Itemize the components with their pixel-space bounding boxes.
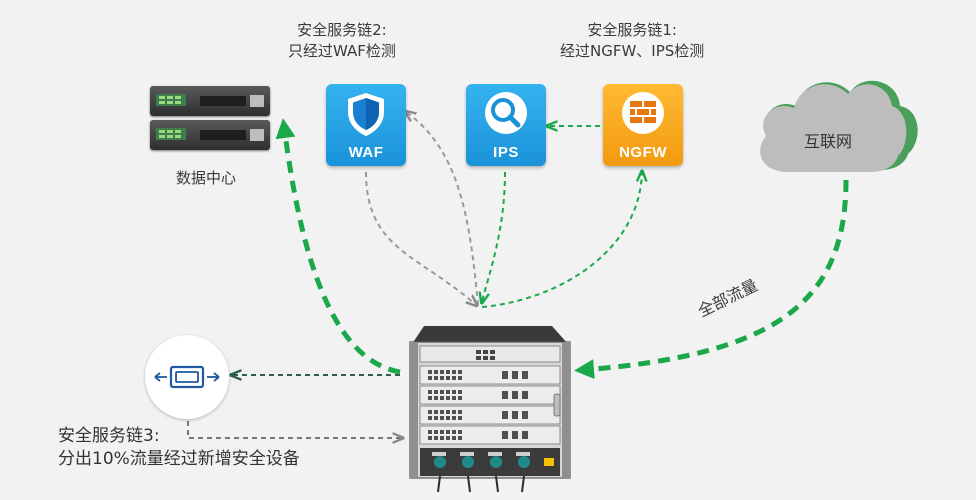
chain1-title: 安全服务链1: bbox=[587, 21, 677, 39]
ngfw-tile[interactable]: NGFW bbox=[603, 84, 683, 166]
ips-label: IPS bbox=[493, 144, 519, 161]
waf-label: WAF bbox=[348, 144, 384, 161]
security-device[interactable] bbox=[145, 335, 229, 419]
datacenter-server[interactable] bbox=[150, 86, 274, 152]
switch-to-ngfw-path bbox=[481, 172, 642, 308]
magnifier-icon bbox=[485, 92, 527, 134]
chain3-title: 安全服务链3: bbox=[58, 426, 160, 446]
chain1-caption: 安全服务链1: 经过NGFW、IPS检测 bbox=[560, 20, 704, 62]
chain2-desc: 只经过WAF检测 bbox=[288, 42, 396, 60]
chain2-title: 安全服务链2: bbox=[297, 21, 387, 39]
internet-label: 互联网 bbox=[804, 132, 853, 151]
chain3-caption: 安全服务链3: 分出10%流量经过新增安全设备 bbox=[58, 425, 300, 471]
datacenter-label: 数据中心 bbox=[176, 169, 237, 187]
chain2-caption: 安全服务链2: 只经过WAF检测 bbox=[288, 20, 396, 62]
cloud-icon bbox=[760, 80, 918, 172]
ngfw-label: NGFW bbox=[619, 144, 667, 161]
internet-to-switch-path bbox=[574, 179, 849, 380]
core-switch[interactable] bbox=[404, 316, 578, 496]
ips-tile[interactable]: IPS bbox=[466, 84, 546, 166]
server-icon bbox=[150, 86, 270, 116]
chain1-desc: 经过NGFW、IPS检测 bbox=[560, 42, 705, 60]
switch-chassis-icon bbox=[409, 326, 571, 493]
waf-to-switch-path bbox=[365, 171, 476, 305]
server-icon bbox=[150, 120, 270, 150]
chain3-desc: 分出10%流量经过新增安全设备 bbox=[58, 449, 300, 469]
security-device-icon bbox=[154, 365, 220, 389]
waf-tile[interactable]: WAF bbox=[326, 84, 406, 166]
shield-icon bbox=[348, 93, 384, 136]
internet-cloud[interactable]: 互联网 bbox=[752, 66, 924, 178]
firewall-icon bbox=[622, 92, 664, 134]
ips-to-switch-path bbox=[482, 171, 506, 302]
